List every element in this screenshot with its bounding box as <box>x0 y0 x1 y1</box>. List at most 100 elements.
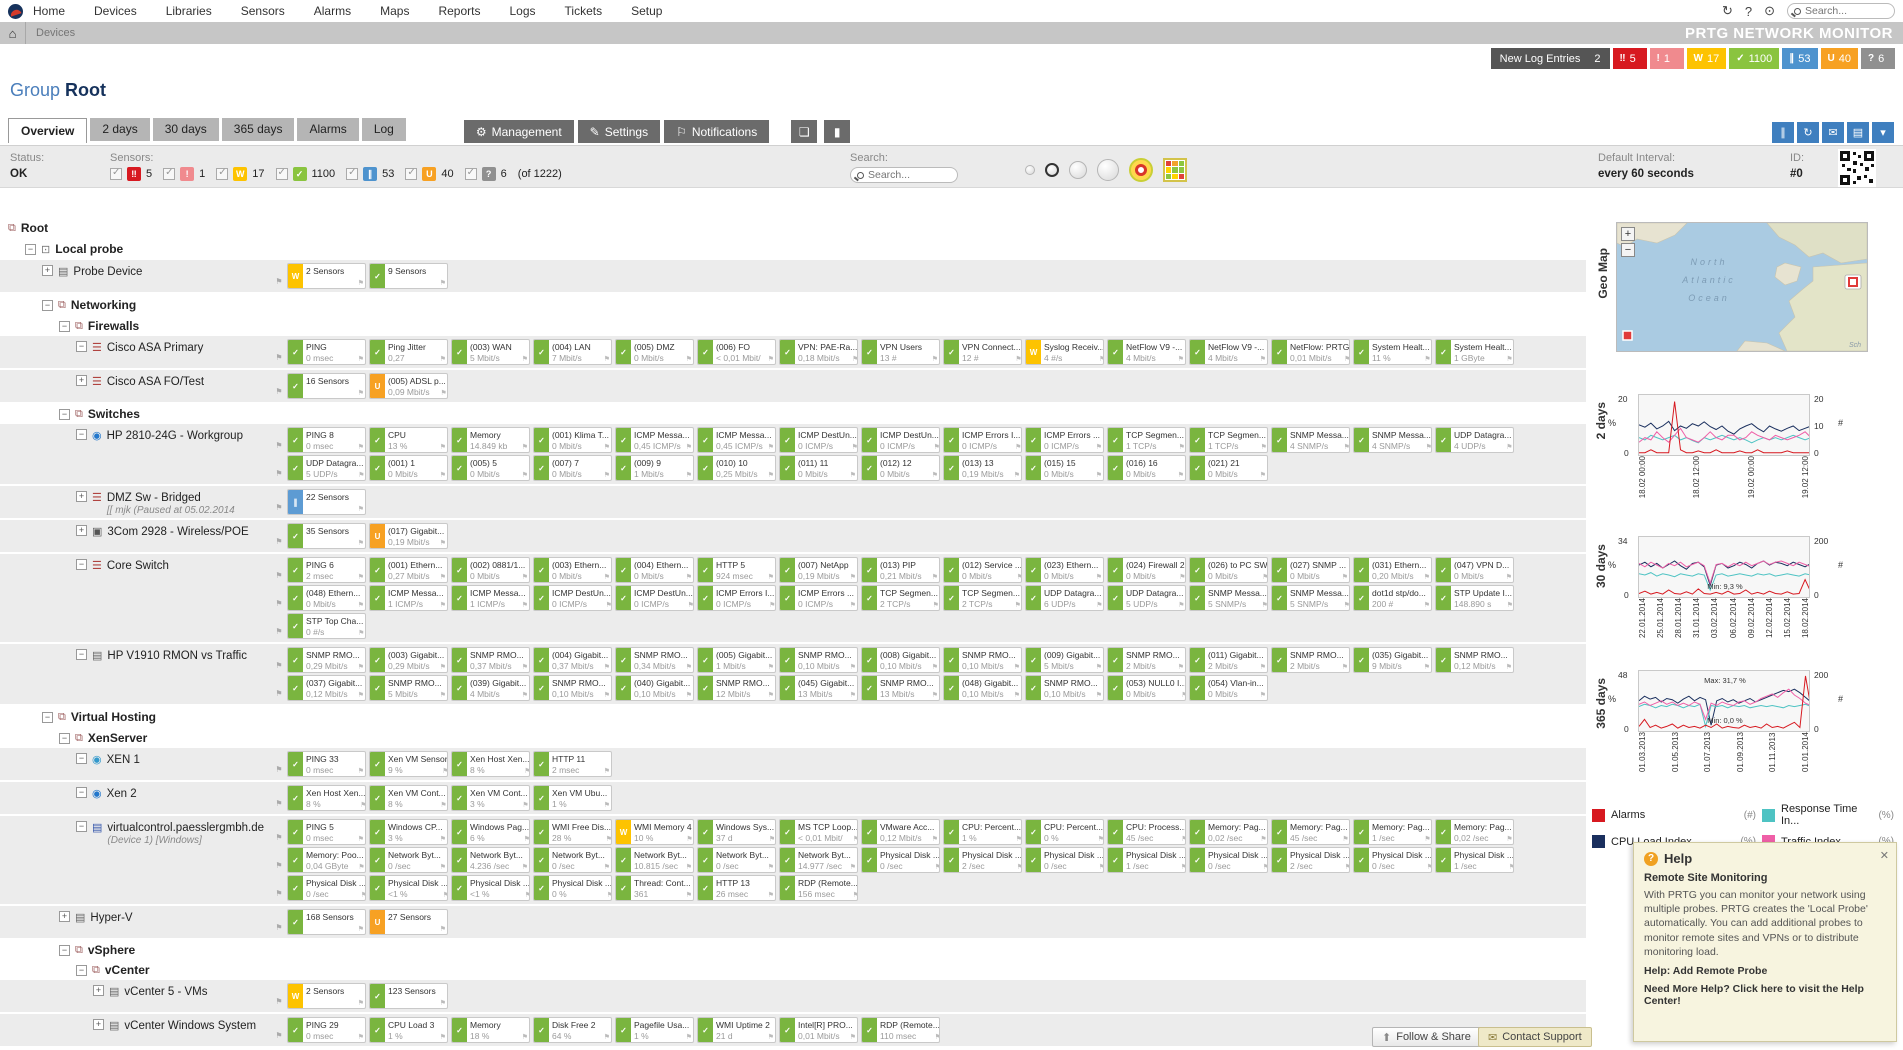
expand-toggle[interactable]: − <box>76 429 87 440</box>
sensor-chip[interactable]: ✓Network Byt...0 /sec⚑ <box>697 847 776 873</box>
expand-toggle[interactable]: + <box>76 491 87 502</box>
tab-alarms[interactable]: Alarms <box>297 118 358 141</box>
expand-toggle[interactable]: − <box>76 787 87 798</box>
sensor-chip[interactable]: ✓MS TCP Loop...< 0,01 Mbit/⚑ <box>779 819 858 845</box>
sensor-chip[interactable]: ✓(026) to PC SW0 Mbit/s⚑ <box>1189 557 1268 583</box>
sensor-chip[interactable]: W2 Sensors⚑ <box>287 263 366 289</box>
sensor-chip[interactable]: ✓(004) Gigabit...0,37 Mbit/s⚑ <box>533 647 612 673</box>
sensor-chip[interactable]: ✓ICMP DestUn...0 ICMP/s⚑ <box>861 427 940 453</box>
device-name[interactable]: Cisco ASA FO/Test <box>107 375 204 389</box>
sensor-chip[interactable]: ✓ICMP DestUn...0 ICMP/s⚑ <box>615 585 694 611</box>
sensor-chip[interactable]: ✓(054) Vlan-in...0 Mbit/s⚑ <box>1189 675 1268 701</box>
device-name[interactable]: Hyper-V <box>90 911 132 925</box>
sensor-chip[interactable]: ✓Network Byt...4.236 /sec⚑ <box>451 847 530 873</box>
pause-button[interactable]: ∥ <box>1772 122 1794 143</box>
sensor-chip[interactable]: ✓ICMP DestUn...0 ICMP/s⚑ <box>533 585 612 611</box>
device-name[interactable]: Cisco ASA Primary <box>107 341 204 355</box>
size-s-toggle[interactable] <box>1045 163 1059 177</box>
settings-button[interactable]: ✎Settings <box>578 120 660 143</box>
sensor-chip[interactable]: ✓Windows CP...3 %⚑ <box>369 819 448 845</box>
close-icon[interactable]: ✕ <box>1880 849 1889 862</box>
alert-badge-paused[interactable]: ∥53 <box>1782 48 1817 69</box>
sensor-chip[interactable]: ✓Network Byt...10.815 /sec⚑ <box>615 847 694 873</box>
size-l-toggle[interactable] <box>1097 159 1119 181</box>
sensor-chip[interactable]: ✓STP Top Cha...0 #/s⚑ <box>287 613 366 639</box>
graph-plot[interactable] <box>1638 394 1810 456</box>
sensor-chip[interactable]: ✓VPN Connect...12 #⚑ <box>943 339 1022 365</box>
sensor-chip[interactable]: ✓Windows Pag...6 %⚑ <box>451 819 530 845</box>
sensor-chip[interactable]: ✓(024) Firewall 20 Mbit/s⚑ <box>1107 557 1186 583</box>
sensor-chip[interactable]: ✓(010) 100,25 Mbit/s⚑ <box>697 455 776 481</box>
sensor-chip[interactable]: ✓NetFlow V9 -...4 Mbit/s⚑ <box>1189 339 1268 365</box>
sensor-chip[interactable]: ✓PING 80 msec⚑ <box>287 427 366 453</box>
sensor-chip[interactable]: ✓(009) Gigabit...5 Mbit/s⚑ <box>1025 647 1104 673</box>
sensor-chip[interactable]: ✓(013) 130,19 Mbit/s⚑ <box>943 455 1022 481</box>
sensor-chip[interactable]: ✓(027) SNMP ...0 Mbit/s⚑ <box>1271 557 1350 583</box>
sensor-chip[interactable]: ✓VMware Acc...0,12 Mbit/s⚑ <box>861 819 940 845</box>
nav-item-libraries[interactable]: Libraries <box>166 4 212 18</box>
report-button[interactable]: ▮ <box>824 120 850 143</box>
sensor-chip[interactable]: ✓ICMP Errors I...0 ICMP/s⚑ <box>697 585 776 611</box>
alert-badge-unusual[interactable]: U40 <box>1821 48 1858 69</box>
size-xs-toggle[interactable] <box>1025 165 1035 175</box>
group-name[interactable]: vCenter <box>105 963 150 977</box>
sensor-chip[interactable]: ✓(012) Service ...0 Mbit/s⚑ <box>943 557 1022 583</box>
expand-toggle[interactable]: − <box>76 965 87 976</box>
sensor-chip[interactable]: ✓(004) LAN7 Mbit/s⚑ <box>533 339 612 365</box>
sensor-chip[interactable]: ✓CPU: Percent...0 %⚑ <box>1025 819 1104 845</box>
alert-badge-up[interactable]: ✓1100 <box>1729 48 1779 69</box>
sensor-chip[interactable]: ✓Memory: Pag...0,02 /sec⚑ <box>1435 819 1514 845</box>
sensor-chip[interactable]: WWMI Memory 410 %⚑ <box>615 819 694 845</box>
expand-toggle[interactable]: + <box>93 985 104 996</box>
sensor-chip[interactable]: ✓NetFlow V9 -...4 Mbit/s⚑ <box>1107 339 1186 365</box>
sensor-chip[interactable]: ✓TCP Segmen...2 TCP/s⚑ <box>861 585 940 611</box>
sensor-chip[interactable]: ✓WMI Uptime 221 d⚑ <box>697 1017 776 1043</box>
expand-toggle[interactable]: − <box>59 409 70 420</box>
sensor-chip[interactable]: ✓Network Byt...14.977 /sec⚑ <box>779 847 858 873</box>
sensor-chip[interactable]: ✓(003) WAN5 Mbit/s⚑ <box>451 339 530 365</box>
expand-toggle[interactable]: + <box>59 911 70 922</box>
nav-item-maps[interactable]: Maps <box>380 4 409 18</box>
sensor-chip[interactable]: ✓(008) Gigabit...0,10 Mbit/s⚑ <box>861 647 940 673</box>
sensor-chip[interactable]: ✓(001) 10 Mbit/s⚑ <box>369 455 448 481</box>
sensor-chip[interactable]: ✓CPU: Process...45 /sec⚑ <box>1107 819 1186 845</box>
sensor-chip[interactable]: ✓RDP (Remote...156 msec⚑ <box>779 875 858 901</box>
sensor-chip[interactable]: ✓SNMP Messa...5 SNMP/s⚑ <box>1271 585 1350 611</box>
sensor-chip[interactable]: ✓SNMP RMO...0,34 Mbit/s⚑ <box>615 647 694 673</box>
sensor-chip[interactable]: ✓(005) DMZ0 Mbit/s⚑ <box>615 339 694 365</box>
device-name[interactable]: DMZ Sw - Bridged <box>107 491 235 505</box>
sensor-chip[interactable]: ✓ICMP Errors I...0 ICMP/s⚑ <box>943 427 1022 453</box>
alert-badge-down[interactable]: ‼5 <box>1613 48 1647 69</box>
sensor-chip[interactable]: ✓(053) NULL0 I...0 Mbit/s⚑ <box>1107 675 1186 701</box>
sensor-chip[interactable]: ✓Network Byt...0 /sec⚑ <box>369 847 448 873</box>
tab-365-days[interactable]: 365 days <box>222 118 295 141</box>
sensor-chip[interactable]: ✓PING 50 msec⚑ <box>287 819 366 845</box>
sensor-chip[interactable]: ✓RDP (Remote...110 msec⚑ <box>861 1017 940 1043</box>
expand-toggle[interactable]: − <box>59 733 70 744</box>
sensor-chip[interactable]: ✓SNMP RMO...0,10 Mbit/s⚑ <box>533 675 612 701</box>
sensor-chip[interactable]: ✓UDP Datagra...5 UDP/s⚑ <box>1107 585 1186 611</box>
sensor-chip[interactable]: ✓PING0 msec⚑ <box>287 339 366 365</box>
sensor-chip[interactable]: ✓HTTP 112 msec⚑ <box>533 751 612 777</box>
sensor-chip[interactable]: ✓SNMP RMO...2 Mbit/s⚑ <box>1271 647 1350 673</box>
sensor-chip[interactable]: ✓ICMP Messa...0,45 ICMP/s⚑ <box>697 427 776 453</box>
filter-checkbox-down[interactable] <box>110 168 122 180</box>
sensor-chip[interactable]: ✓SNMP RMO...0,29 Mbit/s⚑ <box>287 647 366 673</box>
sensor-chip[interactable]: ✓Xen VM Cont...3 %⚑ <box>451 785 530 811</box>
sensor-chip[interactable]: ✓SNMP RMO...0,10 Mbit/s⚑ <box>1025 675 1104 701</box>
sensor-chip[interactable]: ✓35 Sensors⚑ <box>287 523 366 549</box>
sensor-chip[interactable]: ✓(040) Gigabit...0,10 Mbit/s⚑ <box>615 675 694 701</box>
sensor-chip[interactable]: ✓Xen Host Xen...8 %⚑ <box>287 785 366 811</box>
device-name[interactable]: Probe Device <box>73 265 142 279</box>
sensor-chip[interactable]: ✓PING 290 msec⚑ <box>287 1017 366 1043</box>
filter-checkbox-unusual[interactable] <box>405 168 417 180</box>
sensor-chip[interactable]: ✓Disk Free 264 %⚑ <box>533 1017 612 1043</box>
expand-toggle[interactable]: + <box>93 1019 104 1030</box>
graph-plot[interactable]: Max: 31,7 %Min: 0,0 % <box>1638 670 1810 732</box>
sensor-chip[interactable]: ✓Physical Disk ...<1 %⚑ <box>451 875 530 901</box>
sensor-chip[interactable]: ✓CPU13 %⚑ <box>369 427 448 453</box>
sensor-chip[interactable]: ✓Physical Disk ...0 /sec⚑ <box>1025 847 1104 873</box>
filter-checkbox-unknown[interactable] <box>465 168 477 180</box>
alert-badge-warning[interactable]: W17 <box>1687 48 1727 69</box>
sensor-chip[interactable]: ✓ICMP Messa...1 ICMP/s⚑ <box>451 585 530 611</box>
